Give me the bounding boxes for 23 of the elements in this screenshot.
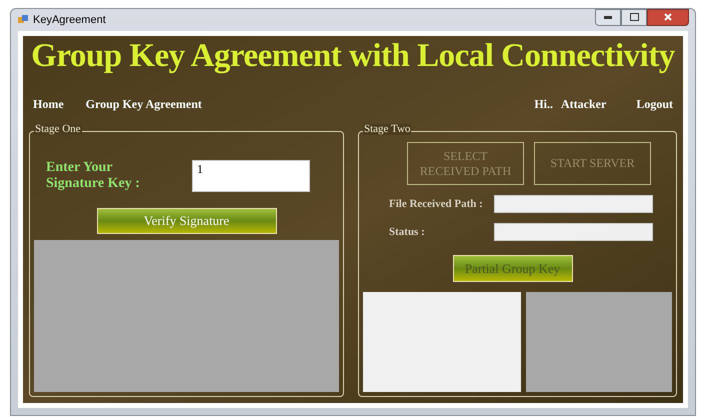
maximize-icon <box>630 13 638 21</box>
nav-link[interactable]: Home <box>33 95 64 113</box>
app-title: Group Key Agreement with Local Connectivity <box>30 40 676 73</box>
user-name: Attacker <box>561 96 606 113</box>
text-field[interactable] <box>494 195 653 213</box>
greeting-text: Hi.. <box>534 96 553 113</box>
minimize-button[interactable] <box>595 8 621 26</box>
close-icon <box>664 13 672 21</box>
field-label: File Received Path : <box>389 196 484 212</box>
text-field[interactable] <box>494 223 653 241</box>
maximize-button[interactable] <box>621 8 647 26</box>
app-icon <box>17 14 29 26</box>
nav-link[interactable]: Group Key Agreement <box>86 95 202 113</box>
group-title: Stage Two <box>363 124 412 135</box>
action-button[interactable]: Verify Signature <box>96 208 276 234</box>
window-title: KeyAgreement <box>33 12 106 28</box>
group-title: Stage One <box>34 124 82 135</box>
signature-key-field[interactable]: 1 <box>192 160 310 192</box>
minimize-icon <box>604 16 612 18</box>
logout-link[interactable]: Logout <box>636 95 673 113</box>
field-label: Enter Your Signature Key : <box>46 160 141 192</box>
field-label: Status : <box>389 224 426 240</box>
close-button[interactable] <box>647 8 689 26</box>
